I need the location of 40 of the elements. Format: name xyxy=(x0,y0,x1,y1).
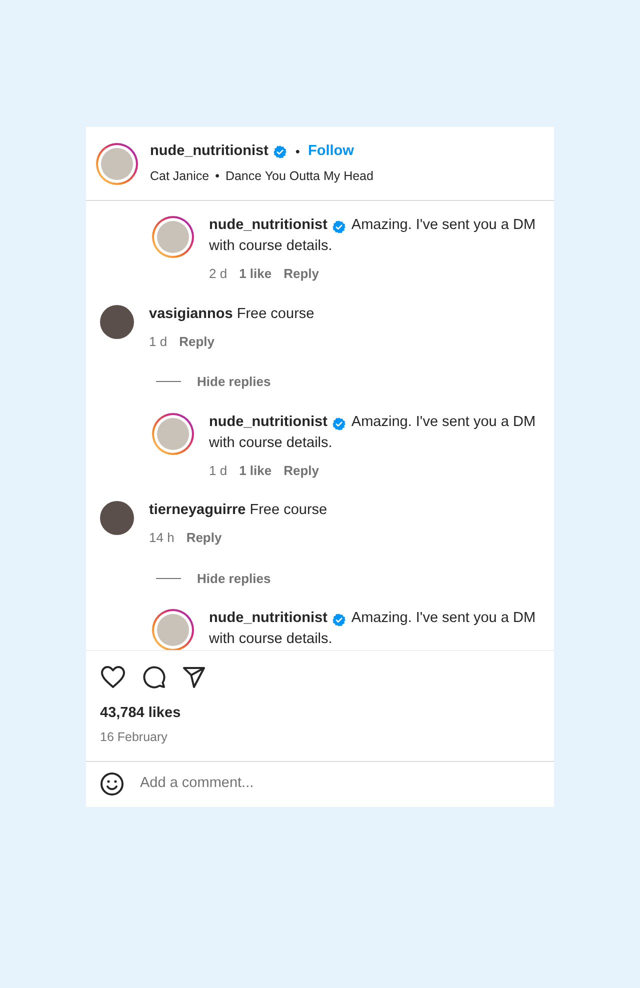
comment-text: tierneyaguirre Free course xyxy=(149,501,328,520)
comment-time: 2 d xyxy=(209,265,228,283)
comment-text: vasigiannos Free course xyxy=(149,304,314,324)
comment-time: 1 d xyxy=(149,332,168,350)
audio-artist[interactable]: Cat Janice xyxy=(150,167,210,186)
reply-link[interactable]: Reply xyxy=(186,528,222,548)
username[interactable]: nude_nutritionist xyxy=(150,141,268,163)
audio-title[interactable]: Dance You Outta My Head xyxy=(225,167,374,186)
avatar[interactable] xyxy=(152,216,194,258)
verified-badge-icon xyxy=(273,145,288,160)
avatar[interactable] xyxy=(100,501,134,535)
hide-replies-button[interactable]: Hide replies xyxy=(197,568,271,588)
reply-link[interactable]: Reply xyxy=(284,264,320,284)
heart-icon[interactable] xyxy=(100,665,126,689)
comment-time: 1 d xyxy=(209,462,228,480)
comment-text: nude_nutritionist Amazing. I've sent you a DM with course details. xyxy=(209,609,537,649)
verified-badge-icon xyxy=(332,416,346,431)
verified-badge-icon xyxy=(332,220,346,234)
comment-icon[interactable] xyxy=(142,665,166,689)
likes-count-link[interactable]: 1 like xyxy=(239,264,272,284)
comment-input[interactable]: Add a comment... xyxy=(140,773,540,796)
hide-replies-button[interactable]: Hide replies xyxy=(197,372,271,392)
reply-link[interactable]: Reply xyxy=(179,332,214,351)
comment-text: nude_nutritionist Amazing. I've sent you a DM with course details. xyxy=(209,412,537,452)
post-date: 16 February xyxy=(100,728,168,746)
comment-time: 14 h xyxy=(149,529,174,547)
likes-count-link[interactable]: 1 like xyxy=(239,460,272,480)
reply-link[interactable]: Reply xyxy=(284,460,320,480)
avatar[interactable] xyxy=(100,304,134,338)
avatar[interactable] xyxy=(152,609,194,650)
separator-dot: • xyxy=(295,143,300,162)
verified-badge-icon xyxy=(332,613,346,628)
follow-button[interactable]: Follow xyxy=(308,141,354,163)
separator-dot: • xyxy=(215,168,220,185)
send-icon[interactable] xyxy=(182,665,206,689)
emoji-icon[interactable] xyxy=(100,772,124,796)
avatar[interactable] xyxy=(152,412,194,454)
comment-text: nude_nutritionist Amazing. I've sent you a DM with course details. xyxy=(209,216,537,256)
avatar[interactable] xyxy=(96,142,138,184)
likes-count[interactable]: 43,784 likes xyxy=(100,703,540,725)
